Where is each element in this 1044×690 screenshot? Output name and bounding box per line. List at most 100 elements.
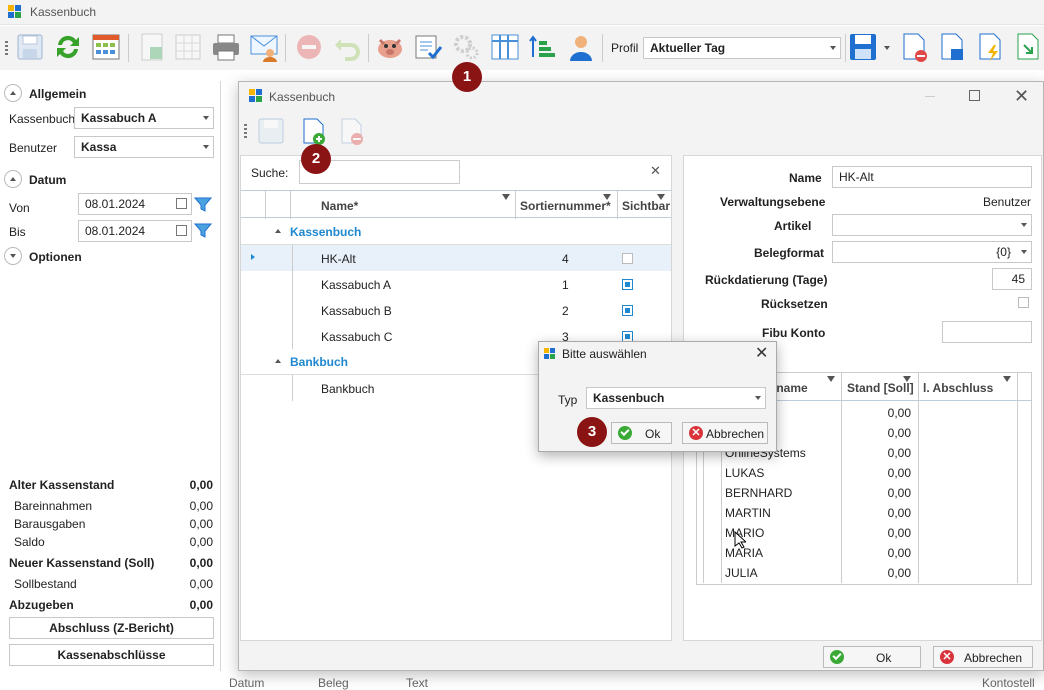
collapse-allgemein-button[interactable] [4,84,22,102]
summary-value: 0,00 [189,517,213,531]
window-toolbar-grip[interactable] [244,124,247,140]
mail-user-icon[interactable] [248,31,280,63]
filter-abschluss-icon[interactable] [1003,376,1011,382]
dialog-close-icon[interactable]: ✕ [755,343,768,363]
user-row[interactable]: LUKAS 0,00 [697,463,1031,483]
collapse-datum-button[interactable] [4,170,22,188]
artikel-label: Artikel [774,219,812,233]
checklist-icon[interactable] [412,31,444,63]
kassenbuch-select[interactable]: Kassabuch A [74,107,214,129]
refresh-icon[interactable] [52,31,84,63]
filter-name-icon[interactable] [502,194,510,200]
window-save-icon[interactable] [256,116,286,146]
window-cancel-label: Abbrechen [964,651,1023,665]
ruecksetzen-checkbox[interactable] [1018,297,1029,308]
kassenabschluesse-button[interactable]: Kassenabschlüsse [9,644,214,666]
rueckdatierung-value: 45 [1011,272,1025,286]
typ-select[interactable]: Kassenbuch [586,387,766,409]
belegformat-select[interactable]: {0} [832,241,1032,263]
col-stand[interactable]: Stand [Soll] [847,381,914,395]
calendar-grid-icon[interactable] [90,31,122,63]
document-remove-icon[interactable] [898,31,930,63]
profil-select[interactable]: Aktueller Tag [643,37,841,59]
filter-sort-icon[interactable] [603,194,611,200]
section-optionen: Optionen [29,250,82,264]
benutzer-select[interactable]: Kassa [74,136,214,158]
table-row[interactable]: Kassabuch A 1 [241,271,671,297]
chevron-up-icon [10,91,16,95]
visible-checkbox[interactable] [622,305,633,316]
sort-order-icon[interactable] [527,31,559,63]
filter-von-icon[interactable] [193,196,213,212]
kassenbuch-label: Kassenbuch [9,112,76,126]
columns-icon[interactable] [489,31,521,63]
summary-label: Saldo [14,535,45,549]
expand-optionen-button[interactable] [4,247,22,265]
von-date-input[interactable]: 08.01.2024 [78,193,192,215]
visible-checkbox[interactable] [622,253,633,264]
user-icon[interactable] [565,31,597,63]
summary-label: Sollbestand [14,577,77,591]
save-icon[interactable] [14,31,46,63]
search-label: Suche: [251,166,289,180]
abschluss-button[interactable]: Abschluss (Z-Bericht) [9,617,214,639]
document-export-icon[interactable] [1012,31,1044,63]
table-row[interactable]: HK-Alt 4 [241,245,671,271]
filter-bis-icon[interactable] [193,222,213,238]
filter-stand-icon[interactable] [903,376,911,382]
delete-document-icon[interactable] [337,116,367,146]
table-export-icon[interactable] [172,31,204,63]
dialog-cancel-button[interactable]: ✕ Abbrechen [682,422,768,444]
table-row[interactable]: Kassabuch B 2 [241,297,671,323]
window-cancel-button[interactable]: ✕ Abbrechen [933,646,1033,668]
filter-visible-icon[interactable] [657,194,665,200]
user-row[interactable]: MARIA 0,00 [697,543,1031,563]
filter-benutzer-icon[interactable] [827,376,835,382]
document-flash-icon[interactable] [974,31,1006,63]
artikel-select[interactable] [832,214,1032,236]
rueckdatierung-label: Rückdatierung (Tage) [705,273,828,287]
document-save-icon[interactable] [936,31,968,63]
name-input[interactable]: HK-Alt [832,166,1032,188]
remove-icon[interactable] [293,31,325,63]
bis-date-input[interactable]: 08.01.2024 [78,220,192,242]
piggy-bank-icon[interactable] [374,31,406,63]
row-name: Kassabuch C [321,330,393,344]
collapse-group-icon[interactable] [275,229,281,233]
col-abschluss[interactable]: l. Abschluss [923,381,993,395]
visible-checkbox[interactable] [622,279,633,290]
settings-gear-icon[interactable] [450,31,482,63]
current-row-indicator-icon [251,254,255,260]
window-ok-button[interactable]: Ok [823,646,921,668]
benutzer-label: Benutzer [9,141,58,155]
calendar-icon[interactable] [176,198,187,209]
window-close-icon[interactable]: ✕ [1014,86,1029,107]
save-dropdown-chevron-icon[interactable] [884,46,890,50]
rueckdatierung-input[interactable]: 45 [992,268,1032,290]
col-visible[interactable]: Sichtbar [622,199,670,213]
toolbar-grip[interactable] [5,41,8,57]
print-icon[interactable] [210,31,242,63]
dialog-ok-label: Ok [645,427,661,441]
col-sort[interactable]: Sortiernummer* [520,199,611,213]
typ-label: Typ [558,393,578,407]
group-row[interactable]: Kassenbuch [241,219,671,245]
fibu-input[interactable] [942,321,1032,343]
undo-icon[interactable] [331,31,363,63]
save-profile-icon[interactable] [847,31,879,63]
typ-value: Kassenbuch [593,391,665,405]
minimize-icon[interactable] [925,96,935,97]
maximize-icon[interactable] [969,90,980,101]
new-document-icon[interactable] [299,116,329,146]
col-name[interactable]: Name* [321,199,358,213]
excel-export-icon[interactable] [136,31,168,63]
dialog-ok-button[interactable]: Ok [611,422,672,444]
clear-search-icon[interactable]: ✕ [650,163,661,179]
window-title: Kassenbuch [269,90,336,104]
calendar-icon[interactable] [176,225,187,236]
collapse-group-icon[interactable] [275,359,281,363]
user-row[interactable]: BERNHARD 0,00 [697,483,1031,503]
user-row[interactable]: MARTIN 0,00 [697,503,1031,523]
user-row[interactable]: MARIO 0,00 [697,523,1031,543]
user-row[interactable]: JULIA 0,00 [697,563,1031,583]
